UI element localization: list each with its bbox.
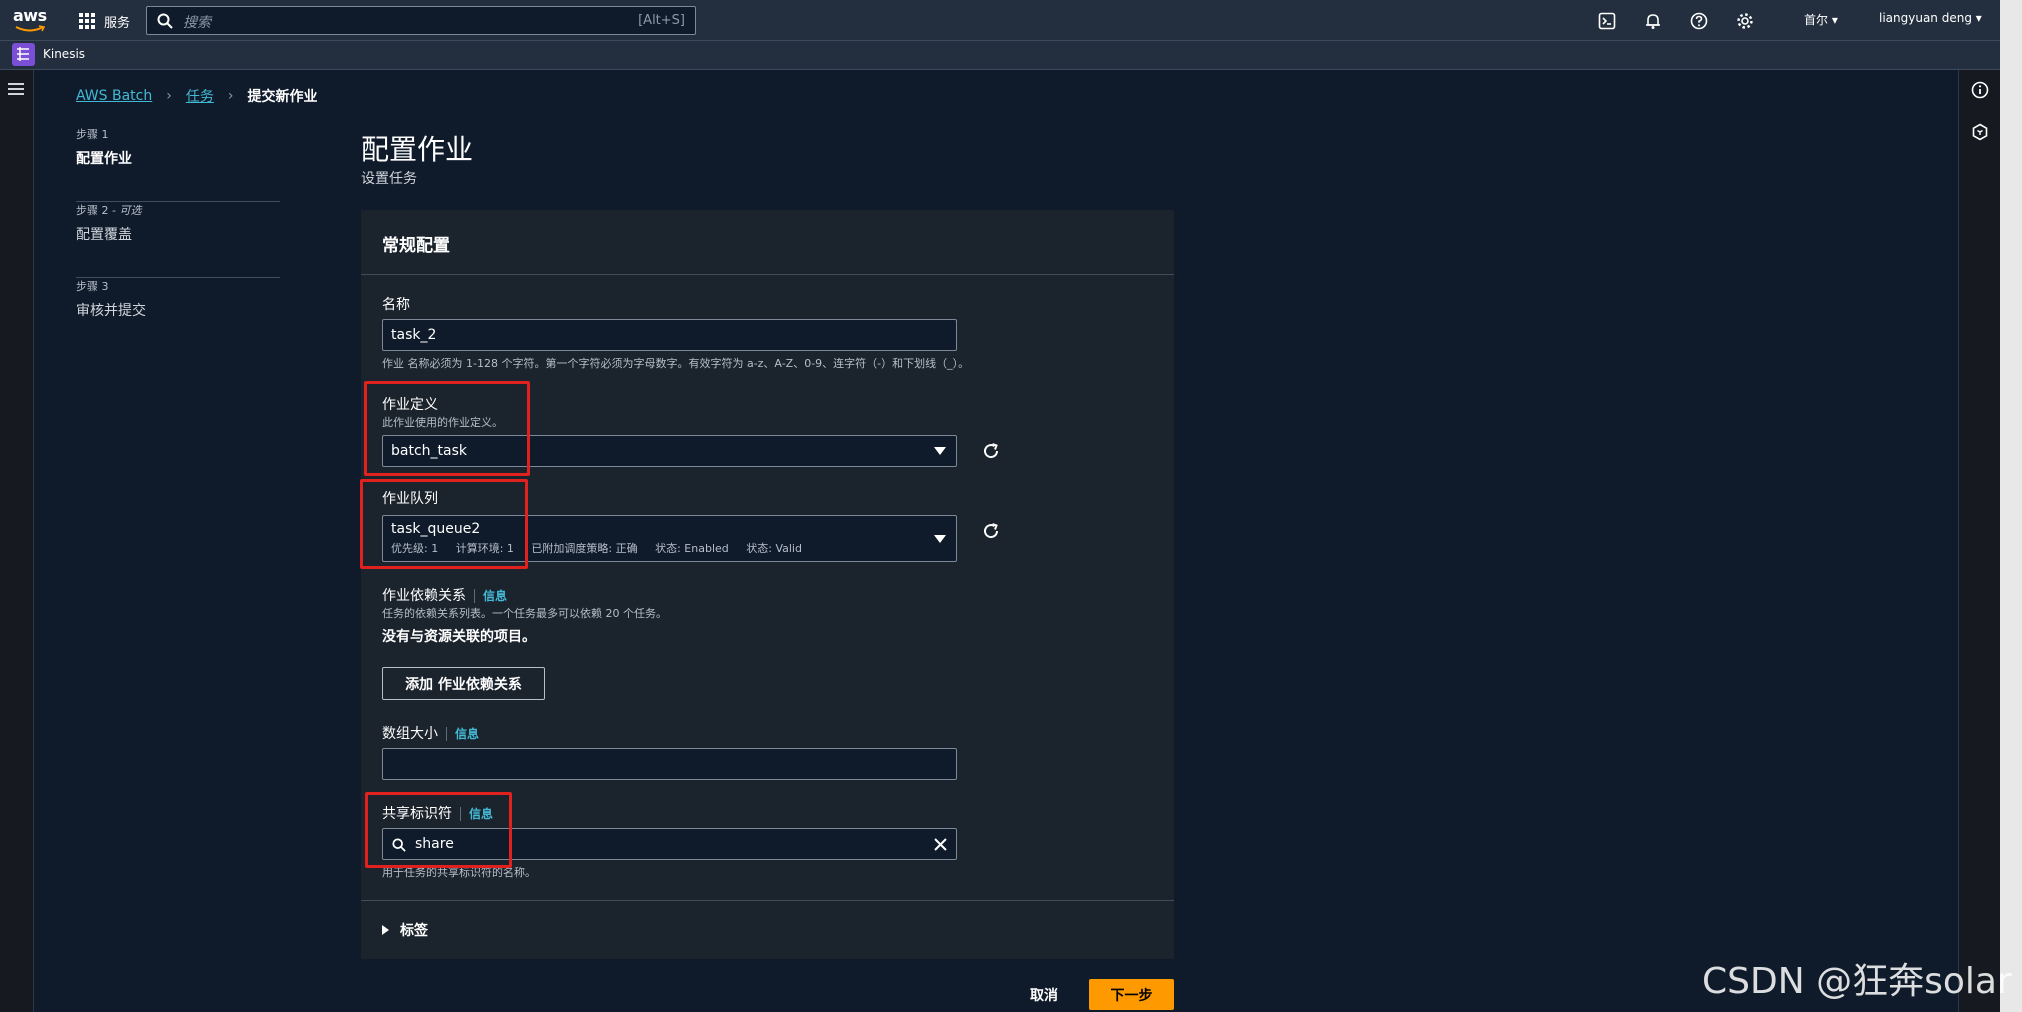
kinesis-service-link[interactable]: Kinesis	[43, 47, 85, 61]
left-side-rail	[0, 70, 34, 1012]
wizard-steps: 步骤 1 配置作业 步骤 2 - 可选 配置覆盖 步骤 3 审核并提交	[76, 126, 280, 354]
highlight-job-queue	[360, 479, 528, 569]
settings-gear-icon[interactable]	[1736, 12, 1754, 30]
name-label: 名称	[382, 297, 410, 313]
array-size-label: 数组大小	[382, 726, 438, 742]
global-search-input[interactable]: 搜索 [Alt+S]	[146, 6, 696, 35]
right-side-rail	[1958, 70, 2000, 1012]
step-number: 步骤 3	[76, 280, 109, 293]
services-label: 服务	[104, 15, 131, 31]
next-button[interactable]: 下一步	[1089, 979, 1174, 1010]
dependencies-label: 作业依赖关系	[382, 588, 466, 604]
clear-x-icon[interactable]	[933, 837, 948, 852]
step-name: 审核并提交	[76, 303, 146, 319]
wizard-step-3[interactable]: 步骤 3 审核并提交	[76, 278, 280, 354]
caret-down-icon	[934, 447, 946, 455]
caret-down-icon	[934, 534, 946, 543]
breadcrumb-jobs[interactable]: 任务	[186, 86, 214, 106]
caret-right-icon	[382, 925, 389, 935]
cloudshell-icon[interactable]	[1598, 12, 1616, 30]
page-title: 配置作业	[361, 133, 474, 166]
search-shortcut: [Alt+S]	[638, 13, 685, 28]
panel-header: 常规配置	[361, 210, 1174, 275]
user-menu[interactable]: liangyuan deng ▾	[1879, 11, 1982, 25]
window-scrollbar[interactable]	[2000, 0, 2022, 1012]
aws-logo[interactable]: aws	[13, 6, 47, 34]
caret-down-icon: ▾	[1975, 11, 1982, 25]
region-label: 首尔	[1804, 13, 1829, 27]
services-menu-button[interactable]: 服务	[78, 10, 130, 32]
info-panel-icon[interactable]	[1971, 81, 1989, 99]
chevron-right-icon: ›	[166, 88, 172, 104]
name-hint: 作业 名称必须为 1-128 个字符。第一个字符必须为字母数字。有效字符为 a-…	[382, 357, 970, 370]
breadcrumb-aws-batch[interactable]: AWS Batch	[76, 88, 152, 104]
dependencies-empty-text: 没有与资源关联的项目。	[382, 629, 536, 645]
region-selector[interactable]: 首尔 ▾	[1804, 11, 1838, 28]
array-size-label-row: 数组大小 信息	[382, 723, 480, 743]
tags-expandable-section[interactable]: 标签	[361, 900, 1174, 959]
dependencies-info-link[interactable]: 信息	[474, 589, 508, 603]
array-size-info-link[interactable]: 信息	[446, 727, 480, 741]
aws-smile-icon	[15, 25, 45, 32]
step-number: 步骤 1	[76, 128, 109, 141]
array-size-input[interactable]	[382, 748, 957, 780]
user-name: liangyuan deng	[1879, 11, 1972, 25]
step-name: 配置作业	[76, 151, 132, 167]
tags-label: 标签	[400, 923, 428, 939]
name-input[interactable]: task_2	[382, 319, 957, 351]
optional-label: 可选	[119, 204, 142, 217]
queue-state: 状态: Enabled	[655, 542, 729, 555]
refresh-icon[interactable]	[981, 441, 1001, 461]
name-value: task_2	[391, 327, 437, 343]
help-icon[interactable]	[1690, 12, 1708, 30]
caret-down-icon: ▾	[1831, 13, 1838, 27]
queue-status: 状态: Valid	[746, 542, 802, 555]
notification-bell-icon[interactable]	[1644, 12, 1662, 30]
refresh-icon[interactable]	[981, 521, 1001, 541]
highlight-job-definition	[364, 381, 530, 476]
dependencies-desc: 任务的依赖关系列表。一个任务最多可以依赖 20 个任务。	[382, 607, 667, 620]
kinesis-icon	[17, 47, 29, 61]
top-navigation: aws 服务 搜索 [Alt+S] 首尔 ▾ liangyuan deng ▾	[0, 0, 2000, 41]
aws-logo-text: aws	[13, 6, 47, 25]
watermark-text: CSDN @狂奔solar	[1702, 961, 2012, 1002]
cancel-button[interactable]: 取消	[1030, 985, 1058, 1005]
breadcrumb-current: 提交新作业	[247, 89, 318, 105]
dependencies-label-row: 作业依赖关系 信息	[382, 585, 508, 605]
hamburger-menu-icon[interactable]	[8, 82, 24, 96]
panel-title: 常规配置	[382, 236, 450, 256]
resources-hexagon-icon[interactable]	[1971, 123, 1989, 141]
search-icon	[157, 13, 173, 29]
step-number: 步骤 2 - 可选	[76, 204, 142, 217]
service-favorites-bar: Kinesis	[0, 41, 2000, 70]
general-config-panel: 常规配置 名称 task_2 作业 名称必须为 1-128 个字符。第一个字符必…	[360, 210, 1174, 959]
grid-icon	[79, 13, 95, 29]
queue-scheduling-policy: 已附加调度策略: 正确	[531, 542, 638, 555]
wizard-step-2[interactable]: 步骤 2 - 可选 配置覆盖	[76, 202, 280, 278]
top-icon-group	[1598, 10, 1754, 32]
page-subtitle: 设置任务	[361, 171, 417, 187]
breadcrumb: AWS Batch › 任务 › 提交新作业	[76, 86, 317, 106]
highlight-share-identifier	[365, 792, 512, 868]
search-placeholder: 搜索	[183, 15, 211, 31]
add-dependency-button[interactable]: 添加 作业依赖关系	[382, 667, 545, 700]
kinesis-service-icon[interactable]	[12, 43, 35, 66]
wizard-step-1[interactable]: 步骤 1 配置作业	[76, 126, 280, 202]
step-name: 配置覆盖	[76, 227, 132, 243]
chevron-right-icon: ›	[227, 88, 234, 104]
